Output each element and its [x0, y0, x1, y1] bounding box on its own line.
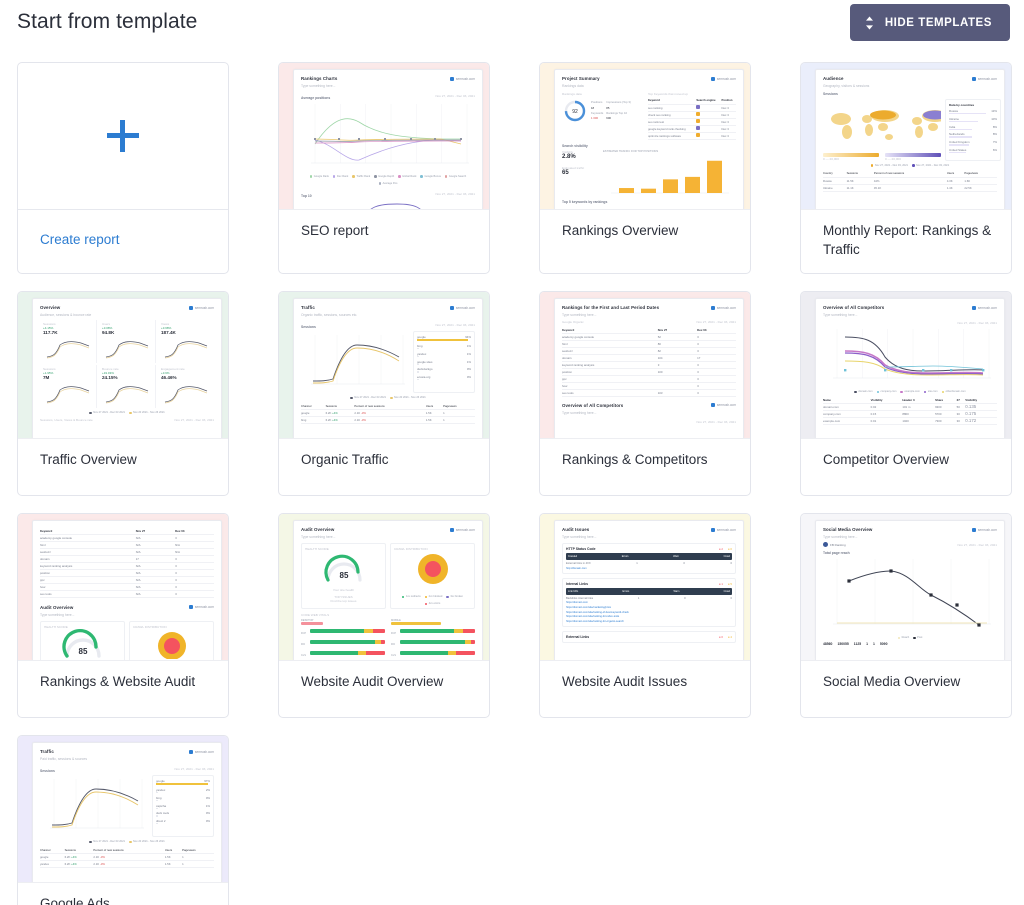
template-card-label: Social Media Overview: [823, 674, 961, 690]
template-card-label: Google Ads: [40, 896, 110, 905]
template-card-label: SEO report: [301, 223, 369, 238]
hide-templates-button[interactable]: HIDE TEMPLATES: [849, 4, 1010, 41]
thumbnail-document-preview: Overview semrush.com Audience, sessions & …: [32, 298, 222, 439]
template-card[interactable]: Audit Overview semrush.com Type something …: [278, 513, 490, 719]
template-card[interactable]: Audience semrush.com Geography, visitors &…: [800, 62, 1012, 275]
create-report-thumb: [18, 63, 228, 210]
thumbnail-document-preview: Audience semrush.com Geography, visitors &…: [815, 69, 1005, 209]
template-card-label: Rankings Overview: [562, 223, 679, 238]
template-card-label: Website Audit Issues: [562, 674, 688, 690]
gallery-header: Start from template HIDE TEMPLATES: [0, 0, 1024, 46]
template-card[interactable]: Keyword Nov 27 Dec 03 academy google consol…: [17, 513, 229, 719]
template-thumbnail: Audit Issues semrush.com Type something he…: [540, 514, 750, 662]
plus-icon: [107, 120, 139, 152]
create-report-label: Create report: [40, 232, 120, 248]
template-card-label: Rankings & Website Audit: [40, 674, 196, 690]
page-title: Start from template: [17, 10, 198, 33]
template-grid: Create report Rankings Charts semrush.com…: [17, 62, 1012, 905]
create-report-card[interactable]: Create report: [17, 62, 229, 275]
template-card[interactable]: Rankings Charts semrush.com Type something…: [278, 62, 490, 275]
thumbnail-document-preview: Audit Overview semrush.com Type something …: [293, 520, 483, 661]
template-thumbnail: Social Media Overview semrush.com Type som…: [801, 514, 1011, 662]
template-card[interactable]: Overview of All Competitors semrush.com Ty…: [800, 291, 1012, 497]
template-card-label: Website Audit Overview: [301, 674, 444, 690]
thumbnail-document-preview: Traffic semrush.com Organic traffic, sessi…: [293, 298, 483, 439]
thumbnail-document-preview: Audit Issues semrush.com Type something he…: [554, 520, 744, 661]
template-thumbnail: Audit Overview semrush.com Type something …: [279, 514, 489, 662]
template-card-label: Organic Traffic: [301, 452, 389, 468]
template-thumbnail: Overview semrush.com Audience, sessions & …: [18, 292, 228, 440]
template-thumbnail: Rankings for the First and Last Period D…: [540, 292, 750, 440]
thumbnail-document-preview: Traffic semrush.com Paid traffic, sessions…: [32, 742, 222, 883]
thumbnail-document-preview: Rankings for the First and Last Period D…: [554, 298, 744, 439]
thumbnail-document-preview: Project Summary semrush.com Rankings data R…: [554, 69, 744, 209]
hide-templates-label: HIDE TEMPLATES: [884, 16, 992, 29]
template-gallery-page: Start from template HIDE TEMPLATES Creat…: [0, 0, 1024, 905]
template-thumbnail: Audience semrush.com Geography, visitors &…: [801, 63, 1011, 210]
template-card[interactable]: Overview semrush.com Audience, sessions & …: [17, 291, 229, 497]
template-card[interactable]: Audit Issues semrush.com Type something he…: [539, 513, 751, 719]
template-thumbnail: Keyword Nov 27 Dec 03 academy google consol…: [18, 514, 228, 662]
template-thumbnail: Traffic semrush.com Organic traffic, sessi…: [279, 292, 489, 440]
template-thumbnail: Traffic semrush.com Paid traffic, sessions…: [18, 736, 228, 884]
sort-updown-icon: [864, 15, 875, 31]
template-card-label: Rankings & Competitors: [562, 452, 708, 468]
template-card[interactable]: Project Summary semrush.com Rankings data R…: [539, 62, 751, 275]
template-thumbnail: Overview of All Competitors semrush.com Ty…: [801, 292, 1011, 440]
template-card-label: Traffic Overview: [40, 452, 137, 468]
svg-text:92: 92: [572, 109, 578, 115]
thumbnail-document-preview: Social Media Overview semrush.com Type som…: [815, 520, 1005, 661]
thumbnail-document-preview: Keyword Nov 27 Dec 03 academy google consol…: [32, 520, 222, 661]
template-card[interactable]: Rankings for the First and Last Period D…: [539, 291, 751, 497]
template-card-label: Monthly Report: Rankings & Traffic: [823, 223, 992, 257]
svg-text:85: 85: [78, 647, 87, 656]
template-card-label: Competitor Overview: [823, 452, 950, 468]
svg-text:85: 85: [339, 571, 348, 580]
template-thumbnail: Project Summary semrush.com Rankings data R…: [540, 63, 750, 210]
template-card[interactable]: Social Media Overview semrush.com Type som…: [800, 513, 1012, 719]
thumbnail-document-preview: Rankings Charts semrush.com Type something…: [293, 69, 483, 209]
template-card[interactable]: Traffic semrush.com Organic traffic, sessi…: [278, 291, 490, 497]
template-thumbnail: Rankings Charts semrush.com Type something…: [279, 63, 489, 210]
template-card[interactable]: Traffic semrush.com Paid traffic, sessions…: [17, 735, 229, 905]
thumbnail-document-preview: Overview of All Competitors semrush.com Ty…: [815, 298, 1005, 439]
